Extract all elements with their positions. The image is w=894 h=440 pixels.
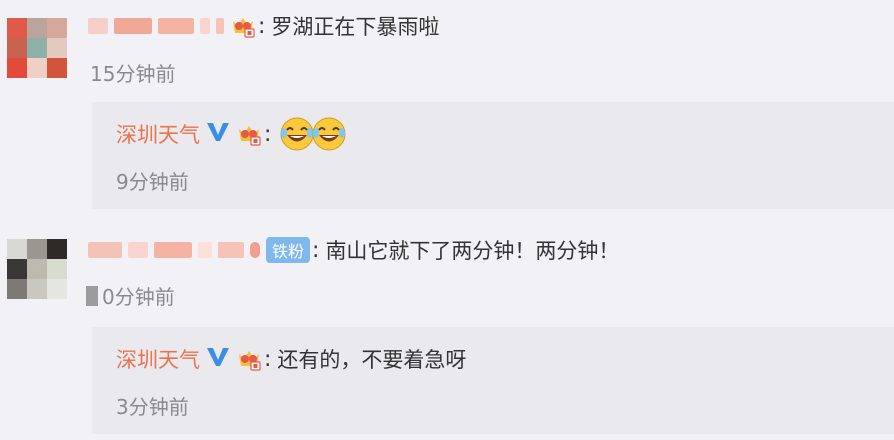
vip-crown-icon xyxy=(230,13,256,39)
comment-header: : 罗湖正在下暴雨啦 xyxy=(88,11,439,41)
verified-v-icon xyxy=(206,346,230,372)
verified-v-icon xyxy=(206,121,230,147)
reply-time: 3分钟前 xyxy=(116,395,189,419)
redaction-mark xyxy=(86,285,98,306)
vip-crown-icon xyxy=(236,346,262,372)
comment-text: 南山它就下了两分钟！两分钟！ xyxy=(325,239,620,263)
colon-separator: : xyxy=(312,237,320,263)
comment-text: 罗湖正在下暴雨啦 xyxy=(271,15,440,39)
reply-username[interactable]: 深圳天气 xyxy=(116,344,200,374)
comment-item: : 罗湖正在下暴雨啦 15分钟前 xyxy=(0,0,894,100)
comment-time: 0分钟前 xyxy=(86,281,175,310)
laugh-cry-emoji xyxy=(279,116,315,152)
vip-crown-icon xyxy=(236,121,262,147)
avatar[interactable] xyxy=(7,18,67,78)
reply-text: 还有的，不要着急呀 xyxy=(277,348,467,372)
colon-separator: : xyxy=(264,346,272,372)
avatar[interactable] xyxy=(7,239,67,299)
comment-time-label: 0分钟前 xyxy=(102,285,175,309)
comment-header: 铁粉 : 南山它就下了两分钟！两分钟！ xyxy=(88,235,619,265)
colon-separator: : xyxy=(258,13,266,39)
laugh-cry-emoji xyxy=(311,116,347,152)
reply-username[interactable]: 深圳天气 xyxy=(116,119,200,149)
username-blurred[interactable] xyxy=(88,18,224,34)
reply-header: 深圳天气 : xyxy=(116,116,347,152)
username-blurred[interactable] xyxy=(88,242,260,258)
colon-separator: : xyxy=(264,121,272,147)
fan-badge: 铁粉 xyxy=(266,237,311,263)
comment-time: 15分钟前 xyxy=(90,62,176,86)
reply-header: 深圳天气 : 还有的，不要着急呀 xyxy=(116,341,466,377)
reply-time: 9分钟前 xyxy=(116,170,189,194)
reply-box: 深圳天气 : 还有的，不要着急呀 3分钟前 xyxy=(92,327,894,434)
reply-box: 深圳天气 : 9分钟前 xyxy=(92,102,894,209)
comment-item: 铁粉 : 南山它就下了两分钟！两分钟！ 0分钟前 xyxy=(0,225,894,325)
